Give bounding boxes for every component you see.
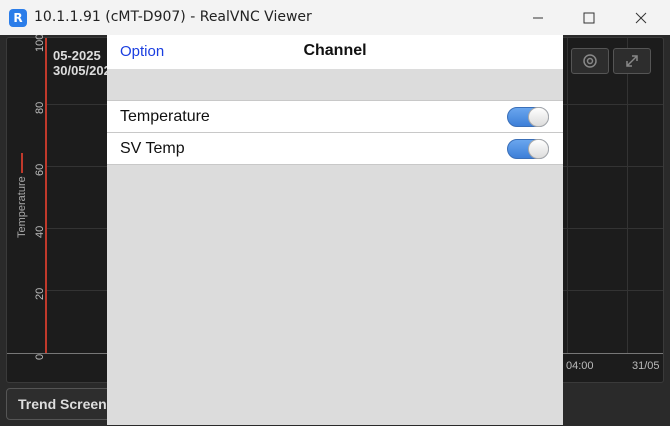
window-title-bar: R 10.1.1.91 (cMT-D907) - RealVNC Viewer	[0, 0, 670, 35]
window-title: 10.1.1.91 (cMT-D907) - RealVNC Viewer	[34, 9, 312, 25]
minimize-button[interactable]	[515, 0, 561, 35]
maximize-button[interactable]	[566, 0, 612, 35]
grid-line	[627, 38, 628, 354]
y-tick-label: 20	[34, 287, 46, 300]
y-axis-line	[45, 38, 47, 354]
y-tick-label: 0	[34, 353, 46, 360]
toggle-knob	[528, 107, 549, 127]
minimize-icon	[533, 17, 543, 18]
dialog-title: Channel	[303, 42, 367, 59]
expand-button[interactable]	[613, 48, 651, 74]
date-label-2: 30/05/202	[53, 63, 111, 78]
realvnc-app-icon: R	[9, 9, 27, 27]
sv-temp-toggle[interactable]	[507, 139, 549, 159]
series-legend-mark	[21, 153, 23, 173]
toggle-knob	[528, 139, 549, 159]
close-button[interactable]	[618, 0, 664, 35]
y-tick-label: 40	[34, 225, 46, 238]
option-button[interactable]: Option	[120, 43, 164, 60]
y-tick-label: 100	[34, 35, 46, 52]
channel-dialog: Channel Option Temperature SV Temp	[107, 35, 563, 425]
channel-row-temperature[interactable]: Temperature	[107, 100, 563, 132]
y-tick-label: 80	[34, 101, 46, 114]
settings-button[interactable]	[571, 48, 609, 74]
channel-row-sv-temp[interactable]: SV Temp	[107, 132, 563, 165]
gear-icon	[583, 54, 597, 68]
maximize-icon	[583, 12, 595, 23]
expand-icon	[626, 55, 638, 67]
channel-label: SV Temp	[120, 140, 185, 157]
date-label-1: 05-2025	[53, 48, 101, 63]
close-icon	[635, 12, 647, 23]
x-tick-label: 04:00	[566, 360, 594, 372]
grid-line	[567, 38, 568, 354]
dialog-header: Channel Option	[107, 35, 563, 69]
y-tick-label: 60	[34, 163, 46, 176]
channel-label: Temperature	[120, 108, 210, 125]
temperature-toggle[interactable]	[507, 107, 549, 127]
remote-screen[interactable]: 100 80 60 40 20 0 Temperature 05-2025 30…	[0, 35, 670, 426]
x-tick-label: 31/05	[632, 360, 660, 372]
trend-screen-button[interactable]: Trend Screen	[6, 388, 122, 420]
y-axis-label: Temperature	[16, 176, 28, 238]
